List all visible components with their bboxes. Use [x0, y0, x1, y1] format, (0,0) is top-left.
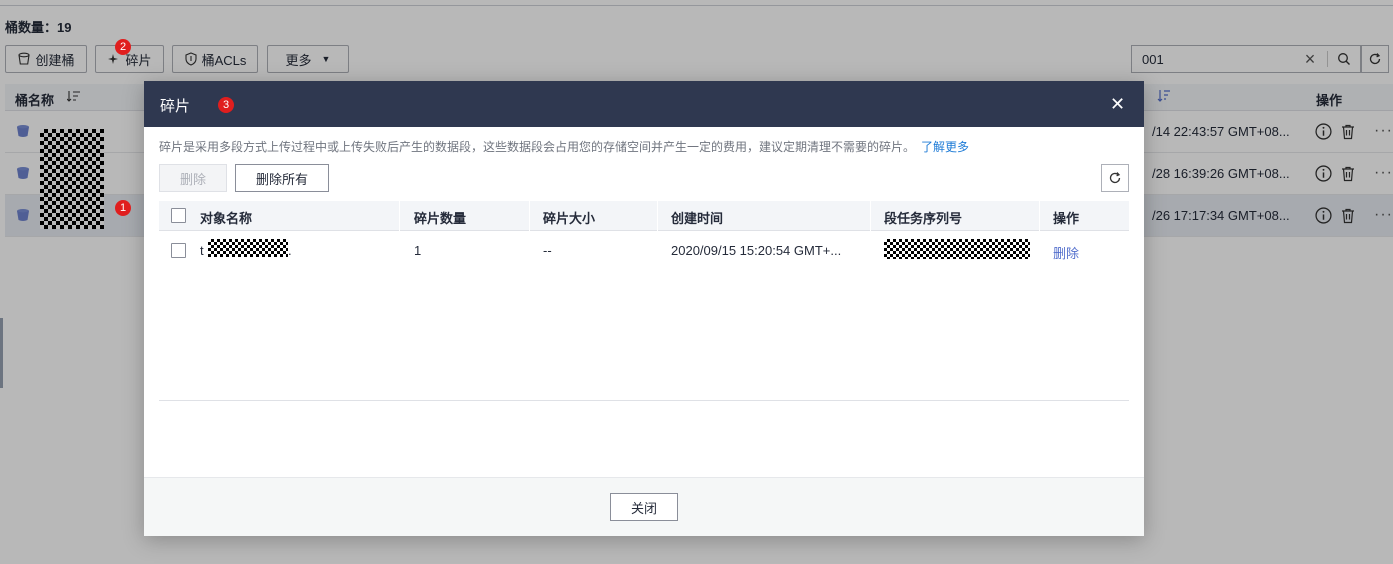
fragment-count-value: 1: [414, 243, 422, 258]
redacted-object-name: [208, 239, 288, 257]
created-time-value: 2020/09/15 15:20:54 GMT+...: [671, 243, 842, 258]
col-fragment-count: 碎片数量: [414, 211, 467, 226]
step-badge-2: 2: [115, 39, 131, 55]
delete-all-button[interactable]: 删除所有: [235, 164, 329, 192]
column-divider: [399, 201, 400, 231]
column-divider: [1039, 201, 1040, 231]
table-row[interactable]: t . 1 -- 2020/09/15 15:20:54 GMT+... 删除: [159, 231, 1129, 271]
dialog-title: 碎片: [160, 98, 191, 115]
side-tab-handle[interactable]: [0, 318, 3, 388]
object-name-prefix: t: [200, 243, 204, 258]
col-task-sequence: 段任务序列号: [884, 211, 963, 226]
col-operation: 操作: [1053, 211, 1080, 226]
step-badge-3: 3: [218, 97, 234, 113]
refresh-icon: [1109, 172, 1121, 184]
column-divider: [657, 201, 658, 231]
fragments-dialog: 碎片 3 ✕ 碎片是采用多段方式上传过程中或上传失败后产生的数据段，这些数据段会…: [144, 81, 1144, 536]
fragments-table-header: 对象名称 碎片数量 碎片大小 创建时间 段任务序列号 操作: [159, 201, 1129, 231]
dialog-header: 碎片 3 ✕: [144, 81, 1144, 127]
column-divider: [529, 201, 530, 231]
fragment-size-value: --: [543, 243, 552, 258]
object-name-suffix: .: [288, 243, 292, 258]
col-object-name: 对象名称: [200, 211, 253, 226]
select-all-checkbox[interactable]: [171, 208, 186, 223]
step-badge-1: 1: [115, 200, 131, 216]
close-icon[interactable]: ✕: [1110, 94, 1125, 115]
col-created-time: 创建时间: [671, 211, 724, 226]
learn-more-link[interactable]: 了解更多: [921, 140, 969, 154]
dialog-footer: 关闭: [144, 477, 1144, 536]
dialog-refresh-button[interactable]: [1101, 164, 1129, 192]
close-button[interactable]: 关闭: [610, 493, 678, 521]
row-checkbox[interactable]: [171, 243, 186, 258]
description-text: 碎片是采用多段方式上传过程中或上传失败后产生的数据段，这些数据段会占用您的存储空…: [159, 140, 916, 154]
dialog-description: 碎片是采用多段方式上传过程中或上传失败后产生的数据段，这些数据段会占用您的存储空…: [159, 138, 969, 155]
row-delete-link[interactable]: 删除: [1053, 243, 1079, 262]
column-divider: [870, 201, 871, 231]
col-fragment-size: 碎片大小: [543, 211, 596, 226]
redacted-task-sequence: [884, 239, 1030, 259]
delete-button[interactable]: 删除: [159, 164, 227, 192]
table-bottom-divider: [159, 400, 1129, 401]
